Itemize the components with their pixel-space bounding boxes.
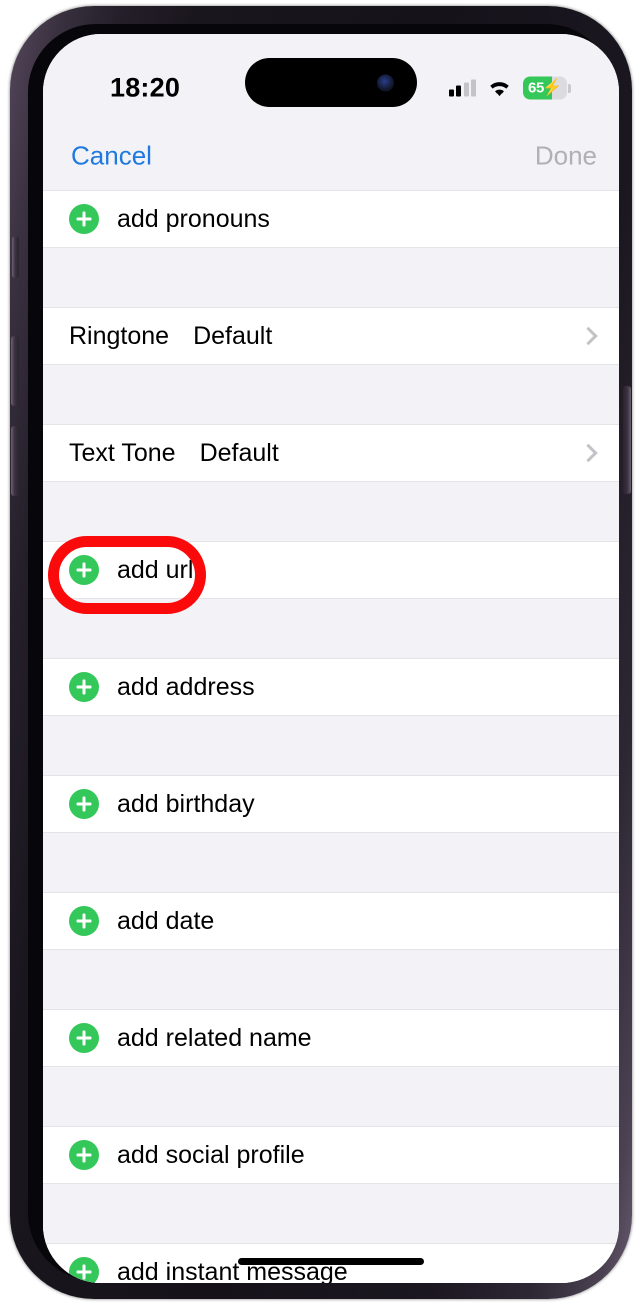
battery-charging-icon: 65 ⚡	[523, 76, 567, 100]
list-item-label: Ringtone	[69, 321, 170, 350]
status-bar-indicators: 65 ⚡	[448, 76, 571, 100]
list-section-gap	[43, 1184, 619, 1243]
list-item-value: Default	[199, 438, 279, 467]
list-item-label: Text Tone	[69, 438, 176, 467]
status-bar-time: 18:20	[110, 72, 181, 103]
list-section-gap	[43, 833, 619, 892]
list-section-gap	[43, 248, 619, 307]
phone-screen: 18:20 65 ⚡ Cancel Done add pronouns Ring…	[43, 34, 619, 1283]
list-item[interactable]: Text Tone Default	[43, 424, 619, 482]
cancel-button[interactable]: Cancel	[71, 141, 152, 172]
list-section-gap	[43, 1067, 619, 1126]
list-item-value: Default	[193, 321, 273, 350]
list-item-label: add address	[117, 672, 255, 701]
list-item[interactable]: add related name	[43, 1009, 619, 1067]
list-item-label: add birthday	[117, 789, 255, 818]
power-button[interactable]	[623, 386, 631, 494]
plus-circle-icon	[69, 789, 99, 819]
silent-switch[interactable]	[12, 236, 19, 278]
home-indicator-bar	[238, 1258, 424, 1265]
list-item-label: add date	[117, 906, 215, 935]
volume-up-button[interactable]	[11, 336, 19, 406]
list-section-gap	[43, 950, 619, 1009]
list-item[interactable]: add social profile	[43, 1126, 619, 1184]
front-camera-icon	[377, 74, 394, 91]
plus-circle-icon	[69, 1023, 99, 1053]
plus-circle-icon	[69, 555, 99, 585]
dynamic-island	[245, 58, 417, 107]
list-section-gap	[43, 716, 619, 775]
status-bar: 18:20 65 ⚡	[43, 34, 619, 122]
plus-circle-icon	[69, 1140, 99, 1170]
list-section-gap	[43, 599, 619, 658]
plus-circle-icon	[69, 906, 99, 936]
plus-circle-icon	[69, 672, 99, 702]
list-item[interactable]: add pronouns	[43, 190, 619, 248]
battery-cap	[568, 83, 571, 93]
wifi-icon	[490, 82, 509, 97]
chevron-right-icon	[579, 443, 598, 463]
list-section-gap	[43, 365, 619, 424]
list-item-label: add url	[117, 555, 194, 584]
cellular-signal-icon	[448, 79, 476, 97]
chevron-right-icon	[579, 326, 598, 346]
contact-fields-list[interactable]: add pronouns Ringtone Default Text Tone Defa…	[43, 190, 619, 1283]
list-item[interactable]: add date	[43, 892, 619, 950]
rows-container: add pronouns Ringtone Default Text Tone Defa…	[43, 190, 619, 1283]
plus-circle-icon	[69, 204, 99, 234]
volume-down-button[interactable]	[11, 426, 19, 496]
list-item[interactable]: add address	[43, 658, 619, 716]
navigation-bar: Cancel Done	[43, 122, 619, 190]
list-item[interactable]: Ringtone Default	[43, 307, 619, 365]
list-item[interactable]: add url	[43, 541, 619, 599]
list-item-label: add related name	[117, 1023, 312, 1052]
list-item-label: add pronouns	[117, 204, 270, 233]
charging-bolt-icon: ⚡	[542, 79, 562, 96]
plus-circle-icon	[69, 1257, 99, 1283]
list-item[interactable]: add birthday	[43, 775, 619, 833]
done-button[interactable]: Done	[535, 141, 597, 172]
list-section-gap	[43, 482, 619, 541]
phone-frame: 18:20 65 ⚡ Cancel Done add pronouns Ring…	[10, 6, 632, 1299]
list-item-label: add social profile	[117, 1140, 305, 1169]
